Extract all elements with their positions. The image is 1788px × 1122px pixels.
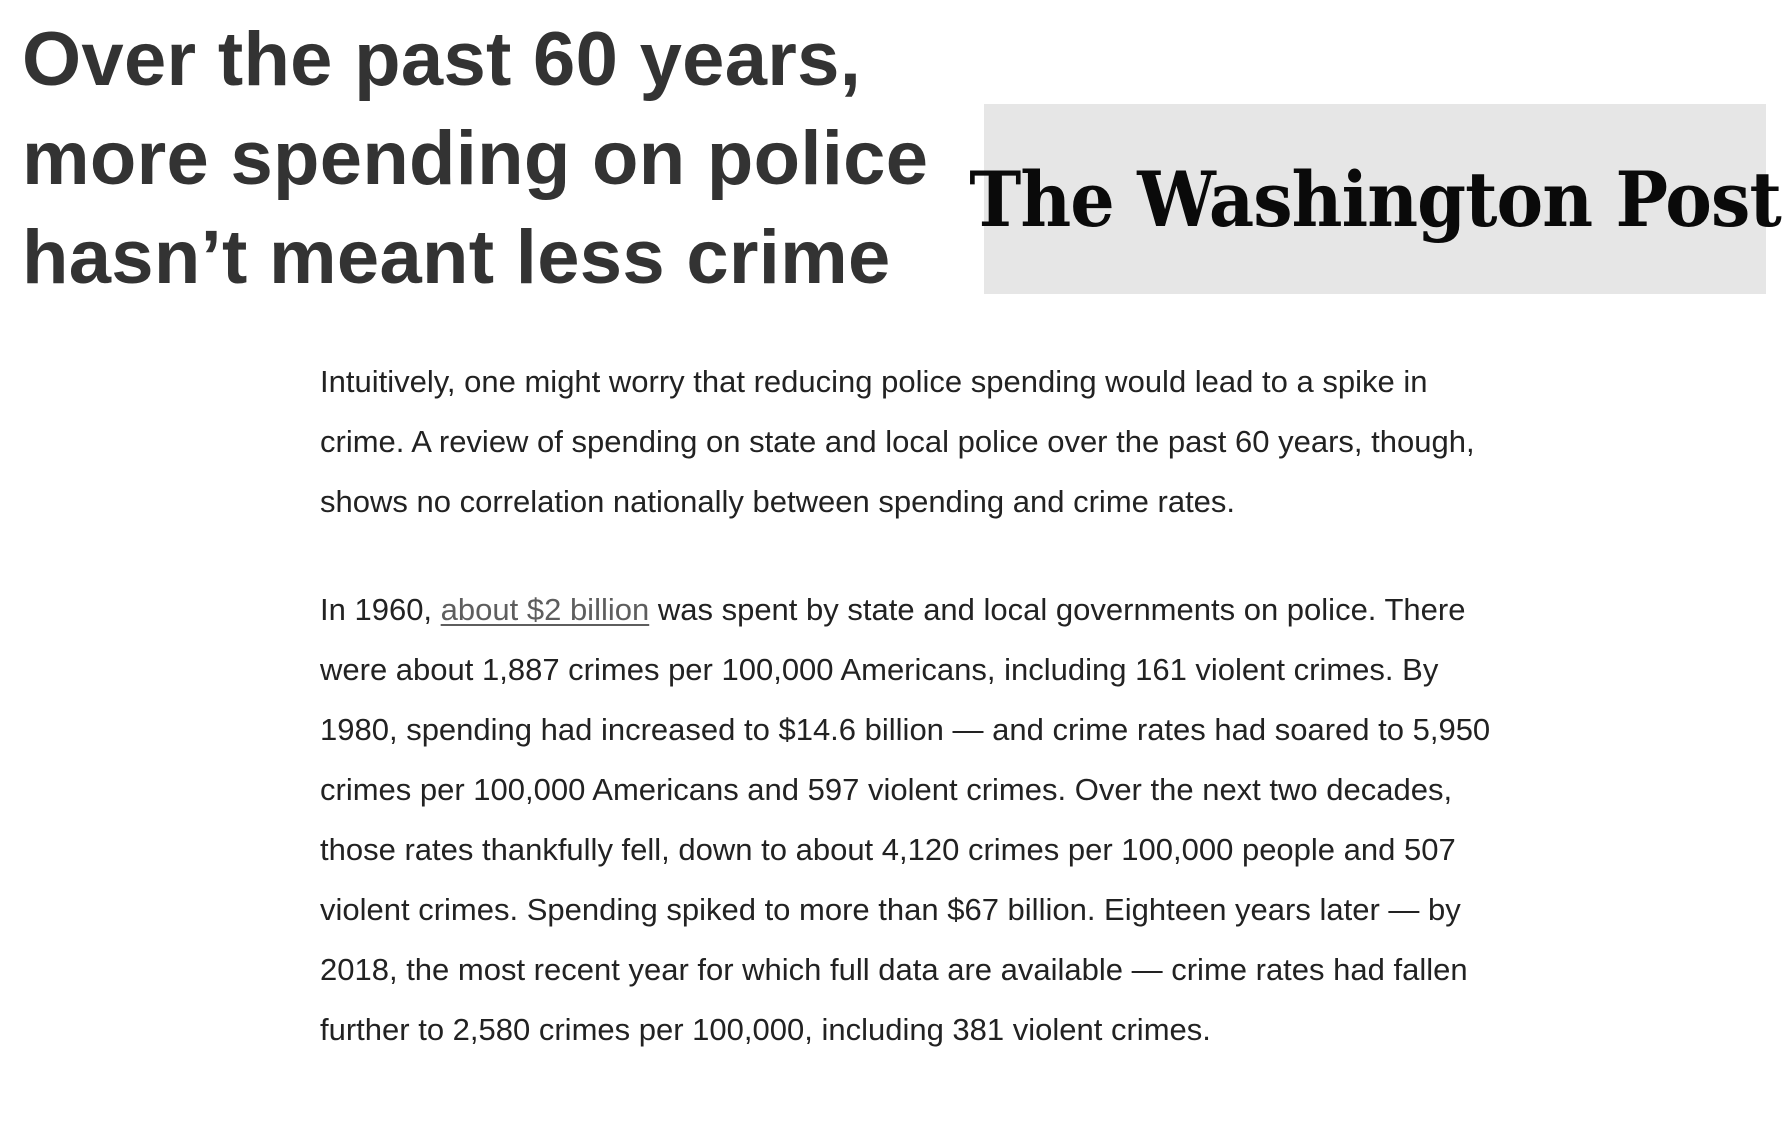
spending-source-link[interactable]: about $2 billion [441,592,650,627]
article-headline: Over the past 60 years, more spending on… [22,17,929,300]
article-paragraph-1: Intuitively, one might worry that reduci… [320,364,1475,519]
paragraph-text-before-link: In 1960, [320,592,441,627]
article-paragraph-2: In 1960, about $2 billion was spent by s… [320,580,1520,1060]
publication-logo-text: The Washington Post [969,154,1781,244]
paragraph-text-after-link: was spent by state and local governments… [320,592,1491,1047]
article-body: Intuitively, one might worry that reduci… [320,352,1520,1060]
publication-logo: The Washington Post [969,104,1782,294]
